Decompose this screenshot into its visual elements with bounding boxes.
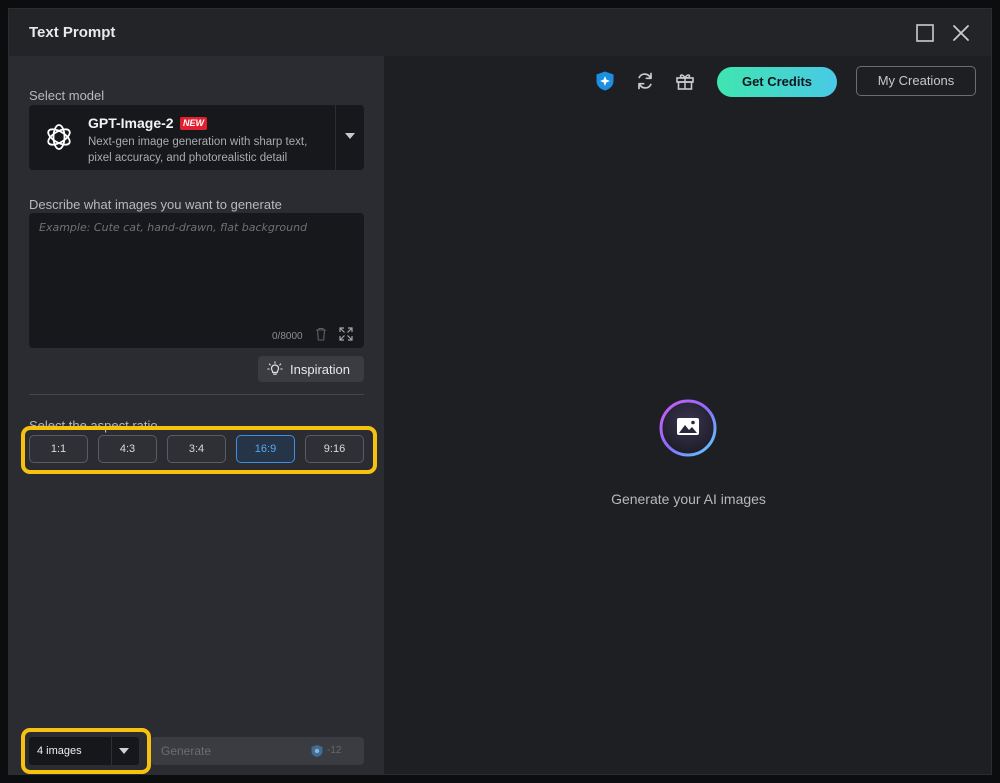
lightbulb-icon xyxy=(267,361,283,375)
prompt-label: Describe what images you want to generat… xyxy=(29,197,282,212)
close-icon xyxy=(953,25,969,41)
section-divider xyxy=(29,394,364,395)
model-selector[interactable]: GPT-Image-2 NEW Next-gen image generatio… xyxy=(29,105,364,170)
settings-panel: Select model GPT-Image-2 NEW Next-gen im… xyxy=(9,56,384,774)
my-creations-button[interactable]: My Creations xyxy=(856,66,976,96)
model-divider xyxy=(335,105,336,170)
select-model-label: Select model xyxy=(29,88,105,103)
results-panel: Get Credits My Creations Generate your A… xyxy=(384,56,991,774)
close-button[interactable] xyxy=(950,22,972,44)
credit-coin-icon xyxy=(311,745,323,757)
openai-logo-icon xyxy=(47,124,71,150)
image-count-highlight xyxy=(21,728,151,774)
shield-star-icon[interactable] xyxy=(594,70,616,92)
title-bar: Text Prompt xyxy=(9,9,991,56)
aspect-ratio-highlight xyxy=(21,426,377,474)
new-badge: NEW xyxy=(180,117,207,130)
image-orb-icon xyxy=(659,399,717,457)
chevron-down-icon[interactable] xyxy=(345,133,355,139)
trash-icon[interactable] xyxy=(315,327,327,341)
window-title: Text Prompt xyxy=(29,24,116,41)
text-prompt-window: Text Prompt Select model GPT-Image-2 NEW… xyxy=(8,8,992,775)
generate-label: Generate xyxy=(161,744,212,758)
generate-cost: -12 xyxy=(327,745,342,756)
inspiration-label: Inspiration xyxy=(290,362,350,377)
model-name: GPT-Image-2 xyxy=(88,115,174,131)
inspiration-button[interactable]: Inspiration xyxy=(258,356,364,382)
get-credits-button[interactable]: Get Credits xyxy=(717,67,837,97)
prompt-input[interactable] xyxy=(29,213,364,323)
empty-state-text: Generate your AI images xyxy=(611,491,766,507)
generate-button[interactable]: Generate -12 xyxy=(151,737,364,765)
model-description: Next-gen image generation with sharp tex… xyxy=(88,136,308,164)
gift-icon[interactable] xyxy=(674,70,696,92)
prompt-box: 0/8000 xyxy=(29,213,364,348)
refresh-icon[interactable] xyxy=(634,70,656,92)
maximize-icon xyxy=(916,24,934,42)
maximize-button[interactable] xyxy=(914,22,936,44)
expand-icon[interactable] xyxy=(339,327,353,341)
character-counter: 0/8000 xyxy=(272,331,303,342)
